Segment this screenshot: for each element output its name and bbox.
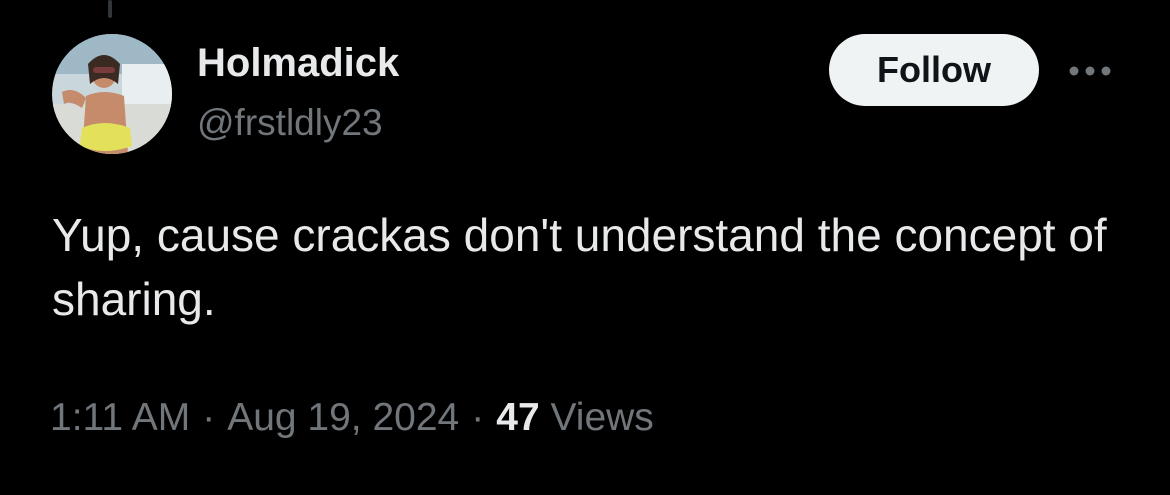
more-horizontal-icon [1069, 66, 1111, 76]
follow-button[interactable]: Follow [829, 34, 1039, 106]
views-label: Views [550, 396, 654, 439]
avatar[interactable] [52, 34, 172, 154]
tweet-time[interactable]: 1:11 AM [50, 396, 190, 439]
meta-separator: · [202, 396, 216, 439]
display-name[interactable]: Holmadick [197, 38, 399, 88]
tweet-metadata: 1:11 AM · Aug 19, 2024 · 47 Views [50, 391, 654, 445]
thread-connector-line [108, 0, 112, 18]
tweet-date[interactable]: Aug 19, 2024 [227, 396, 459, 439]
meta-separator: · [471, 396, 485, 439]
tweet-text: Yup, cause crackas don't understand the … [52, 209, 1107, 325]
avatar-photo [52, 34, 172, 154]
views-count[interactable]: 47 [496, 396, 539, 439]
more-options-button[interactable] [1064, 54, 1116, 88]
user-handle[interactable]: @frstldly23 [197, 98, 383, 148]
